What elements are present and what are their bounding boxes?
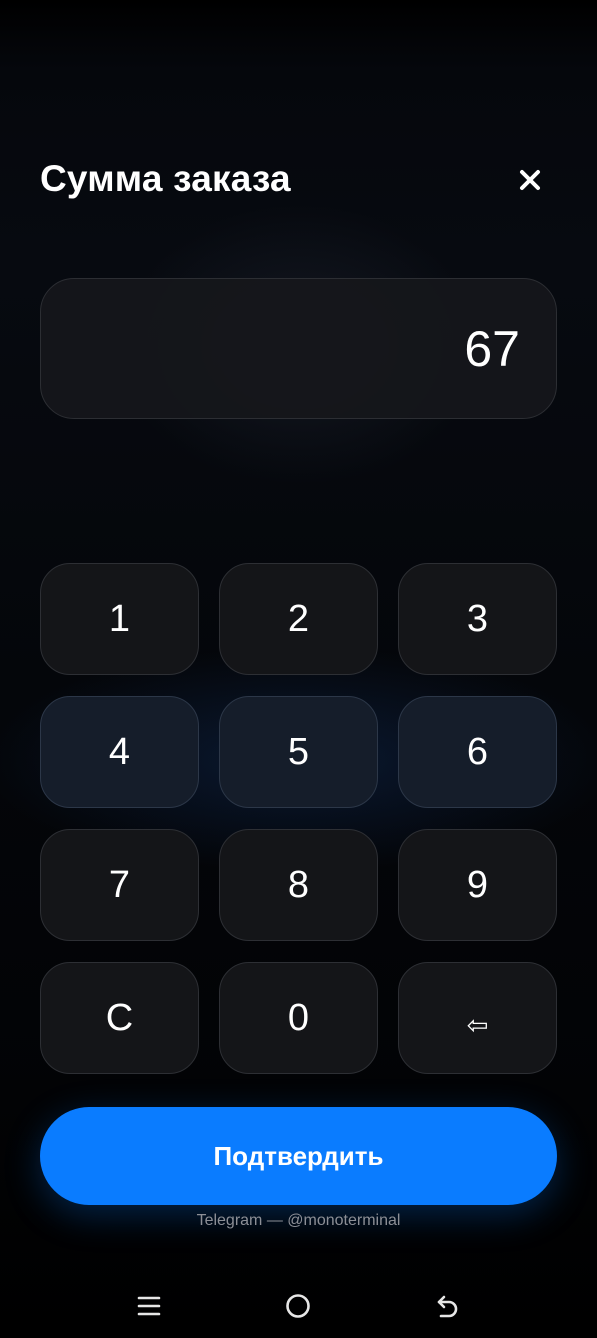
- key-backspace[interactable]: ⇦: [398, 962, 557, 1074]
- back-icon: [437, 1295, 458, 1318]
- amount-display: 67: [40, 278, 557, 419]
- key-2[interactable]: 2: [219, 563, 378, 675]
- page-title: Сумма заказа: [40, 158, 291, 199]
- key-1[interactable]: 1: [40, 563, 199, 675]
- key-clear[interactable]: C: [40, 962, 199, 1074]
- key-6[interactable]: 6: [398, 696, 557, 808]
- menu-icon: [137, 1296, 161, 1316]
- key-5[interactable]: 5: [219, 696, 378, 808]
- close-button[interactable]: [510, 160, 550, 200]
- key-4[interactable]: 4: [40, 696, 199, 808]
- close-icon: [520, 170, 540, 190]
- confirm-button[interactable]: Подтвердить: [40, 1107, 557, 1205]
- home-icon: [286, 1294, 310, 1318]
- system-nav-bar: [0, 1272, 597, 1338]
- nav-home-button[interactable]: [268, 1286, 328, 1326]
- keypad: 1 2 3 4 5 6 7 8 9 C 0 ⇦: [40, 563, 557, 1074]
- footer-credit: Telegram — @monoterminal: [196, 1212, 401, 1229]
- nav-back-button[interactable]: [418, 1286, 478, 1326]
- key-0[interactable]: 0: [219, 962, 378, 1074]
- key-3[interactable]: 3: [398, 563, 557, 675]
- nav-menu-button[interactable]: [119, 1286, 179, 1326]
- amount-value: 67: [464, 320, 520, 377]
- key-7[interactable]: 7: [40, 829, 199, 941]
- order-amount-screen: Сумма заказа 67 1 2 3 4 5 6 7 8 9 C 0 ⇦ …: [0, 0, 597, 1338]
- key-8[interactable]: 8: [219, 829, 378, 941]
- key-9[interactable]: 9: [398, 829, 557, 941]
